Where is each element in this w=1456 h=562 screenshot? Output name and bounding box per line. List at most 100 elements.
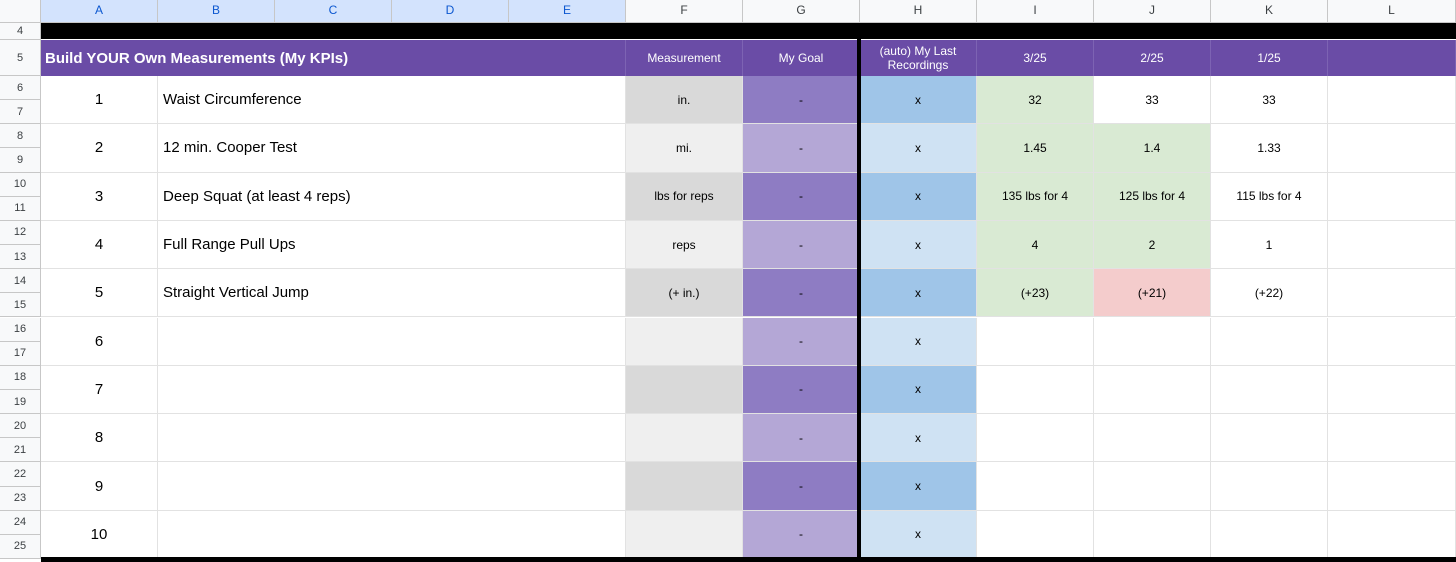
recording-value[interactable]: 125 lbs for 4 xyxy=(1094,172,1211,221)
goal-value[interactable]: - xyxy=(743,414,860,463)
row-header-13[interactable]: 13 xyxy=(0,245,41,270)
recording-value[interactable]: 1.45 xyxy=(977,124,1094,173)
recording-value[interactable]: (+21) xyxy=(1094,269,1211,318)
recording-value[interactable] xyxy=(1211,510,1328,559)
row-header-25[interactable]: 25 xyxy=(0,534,41,559)
row-header-20[interactable]: 20 xyxy=(0,414,41,439)
recording-value[interactable] xyxy=(1211,462,1328,511)
empty-cell-l[interactable] xyxy=(1328,414,1456,463)
empty-cell-l[interactable] xyxy=(1328,172,1456,221)
recording-value[interactable]: 33 xyxy=(1094,76,1211,125)
goal-value[interactable]: - xyxy=(743,317,860,366)
recording-value[interactable]: (+22) xyxy=(1211,269,1328,318)
recording-value[interactable] xyxy=(977,510,1094,559)
row-header-11[interactable]: 11 xyxy=(0,196,41,221)
recording-value[interactable]: 1.4 xyxy=(1094,124,1211,173)
recording-value[interactable] xyxy=(1094,365,1211,415)
column-header-e[interactable]: E xyxy=(509,0,626,23)
recording-value[interactable] xyxy=(977,462,1094,511)
measurement-unit[interactable] xyxy=(626,317,743,366)
empty-cell-l[interactable] xyxy=(1328,317,1456,366)
measurement-unit[interactable] xyxy=(626,414,743,463)
measurement-unit[interactable]: mi. xyxy=(626,124,743,173)
column-header-l[interactable]: L xyxy=(1328,0,1456,23)
row-header-8[interactable]: 8 xyxy=(0,124,41,149)
recording-value[interactable] xyxy=(1094,414,1211,463)
recording-value[interactable] xyxy=(1094,462,1211,511)
recording-value[interactable] xyxy=(1211,365,1328,415)
row-header-7[interactable]: 7 xyxy=(0,100,41,125)
goal-value[interactable]: - xyxy=(743,462,860,511)
recording-value[interactable] xyxy=(977,365,1094,415)
row-header-24[interactable]: 24 xyxy=(0,510,41,535)
recording-value[interactable] xyxy=(1094,510,1211,559)
kpi-name[interactable]: Waist Circumference xyxy=(158,76,626,125)
measurement-unit[interactable]: lbs for reps xyxy=(626,172,743,221)
recording-value[interactable]: 1 xyxy=(1211,220,1328,270)
empty-cell-l[interactable] xyxy=(1328,124,1456,173)
measurement-unit[interactable] xyxy=(626,365,743,415)
measurement-unit[interactable]: reps xyxy=(626,220,743,270)
recording-value[interactable] xyxy=(1094,317,1211,366)
recording-value[interactable]: 4 xyxy=(977,220,1094,270)
goal-value[interactable]: - xyxy=(743,510,860,559)
row-header-21[interactable]: 21 xyxy=(0,438,41,463)
goal-value[interactable]: - xyxy=(743,124,860,173)
column-header-f[interactable]: F xyxy=(626,0,743,23)
kpi-name[interactable] xyxy=(158,317,626,366)
recording-value[interactable] xyxy=(1211,317,1328,366)
kpi-name[interactable]: 12 min. Cooper Test xyxy=(158,124,626,173)
kpi-name[interactable] xyxy=(158,414,626,463)
column-header-h[interactable]: H xyxy=(860,0,977,23)
kpi-name[interactable] xyxy=(158,462,626,511)
row-header-9[interactable]: 9 xyxy=(0,148,41,173)
recording-value[interactable]: 135 lbs for 4 xyxy=(977,172,1094,221)
recording-value[interactable]: 33 xyxy=(1211,76,1328,125)
row-header-4[interactable]: 4 xyxy=(0,23,41,40)
row-header-23[interactable]: 23 xyxy=(0,486,41,511)
measurement-unit[interactable]: in. xyxy=(626,76,743,125)
row-header-19[interactable]: 19 xyxy=(0,389,41,415)
recording-value[interactable] xyxy=(977,317,1094,366)
kpi-name[interactable]: Straight Vertical Jump xyxy=(158,269,626,318)
empty-cell-l[interactable] xyxy=(1328,462,1456,511)
recording-value[interactable]: 2 xyxy=(1094,220,1211,270)
kpi-name[interactable]: Deep Squat (at least 4 reps) xyxy=(158,172,626,221)
column-header-d[interactable]: D xyxy=(392,0,509,23)
row-header-12[interactable]: 12 xyxy=(0,220,41,246)
row-header-6[interactable]: 6 xyxy=(0,76,41,101)
goal-value[interactable]: - xyxy=(743,365,860,415)
column-header-k[interactable]: K xyxy=(1211,0,1328,23)
goal-value[interactable]: - xyxy=(743,172,860,221)
row-header-14[interactable]: 14 xyxy=(0,269,41,294)
empty-cell-l[interactable] xyxy=(1328,220,1456,270)
empty-cell-l[interactable] xyxy=(1328,269,1456,318)
recording-value[interactable]: 1.33 xyxy=(1211,124,1328,173)
empty-cell-l[interactable] xyxy=(1328,76,1456,125)
row-header-16[interactable]: 16 xyxy=(0,317,41,342)
recording-value[interactable]: 32 xyxy=(977,76,1094,125)
measurement-unit[interactable] xyxy=(626,510,743,559)
recording-value[interactable]: (+23) xyxy=(977,269,1094,318)
empty-cell-l[interactable] xyxy=(1328,365,1456,415)
column-header-c[interactable]: C xyxy=(275,0,392,23)
column-header-i[interactable]: I xyxy=(977,0,1094,23)
kpi-name[interactable] xyxy=(158,510,626,559)
goal-value[interactable]: - xyxy=(743,76,860,125)
column-header-j[interactable]: J xyxy=(1094,0,1211,23)
row-header-18[interactable]: 18 xyxy=(0,365,41,390)
row-header-22[interactable]: 22 xyxy=(0,462,41,487)
measurement-unit[interactable] xyxy=(626,462,743,511)
recording-value[interactable] xyxy=(977,414,1094,463)
measurement-unit[interactable]: (+ in.) xyxy=(626,269,743,318)
goal-value[interactable]: - xyxy=(743,220,860,270)
column-header-a[interactable]: A xyxy=(41,0,158,23)
recording-value[interactable] xyxy=(1211,414,1328,463)
column-header-g[interactable]: G xyxy=(743,0,860,23)
goal-value[interactable]: - xyxy=(743,269,860,318)
column-header-b[interactable]: B xyxy=(158,0,275,23)
select-all-corner[interactable] xyxy=(0,0,41,23)
recording-value[interactable]: 115 lbs for 4 xyxy=(1211,172,1328,221)
row-header-15[interactable]: 15 xyxy=(0,293,41,318)
row-header-17[interactable]: 17 xyxy=(0,341,41,366)
